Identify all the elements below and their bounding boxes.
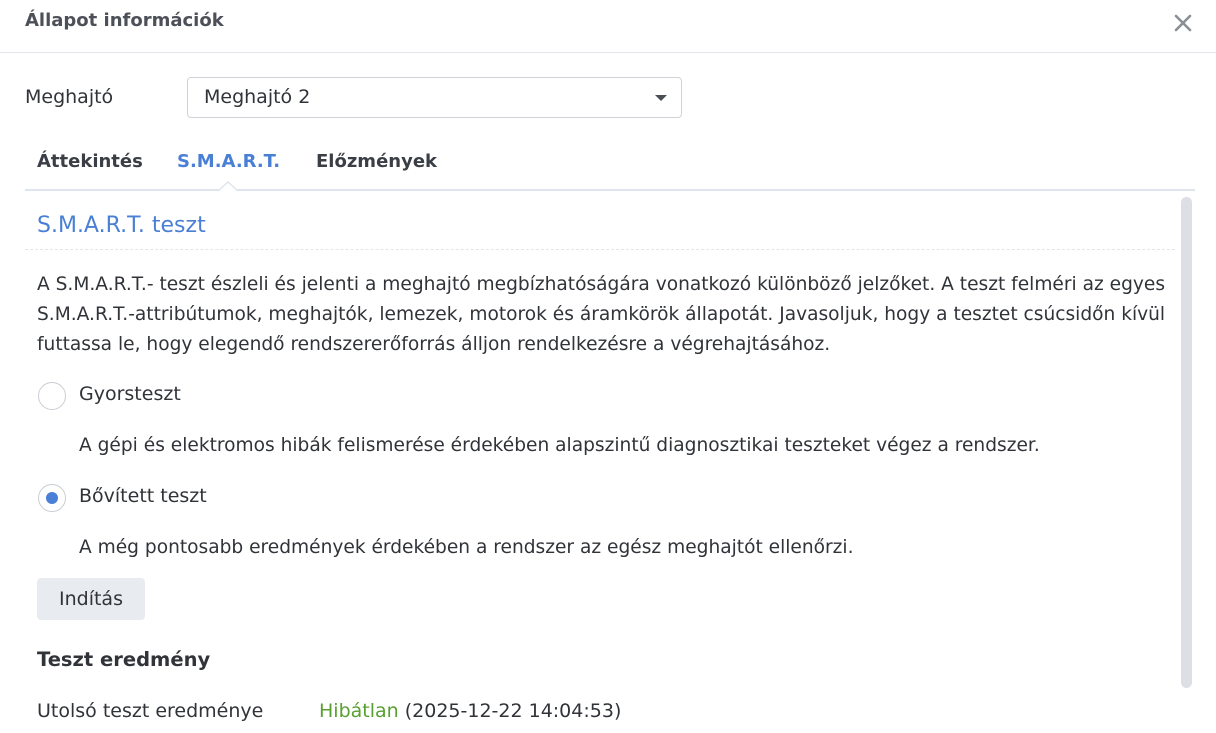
tab-overview[interactable]: Áttekintés (37, 151, 143, 172)
result-status: Hibátlan (319, 700, 399, 722)
test-results-heading: Teszt eredmény (37, 648, 211, 671)
last-test-result-label: Utolsó teszt eredménye (37, 700, 264, 722)
radio-button-quick[interactable] (38, 382, 66, 410)
radio-button-extended[interactable] (38, 484, 66, 512)
smart-description: A S.M.A.R.T.- teszt észleli és jelenti a… (37, 274, 1166, 355)
start-button[interactable]: Indítás (37, 578, 145, 620)
drive-select-value: Meghajtó 2 (204, 86, 311, 108)
chevron-down-icon (655, 95, 667, 101)
quick-test-description: A gépi és elektromos hibák felismerése é… (79, 435, 1040, 456)
dialog-titlebar: Állapot információk (0, 0, 1216, 53)
extended-test-description: A még pontosabb eredmények érdekében a r… (79, 537, 854, 558)
last-test-result-value: Hibátlan (2025-12-22 14:04:53) (319, 700, 621, 722)
close-icon (1174, 14, 1192, 32)
tab-history[interactable]: Előzmények (316, 151, 437, 172)
close-button[interactable] (1170, 10, 1196, 36)
section-title: S.M.A.R.T. teszt (37, 213, 206, 238)
result-timestamp: (2025-12-22 14:04:53) (404, 700, 622, 722)
active-tab-indicator (218, 180, 238, 192)
drive-label: Meghajtó (25, 86, 114, 108)
scrollbar[interactable] (1181, 197, 1192, 688)
tab-bar: Áttekintés S.M.A.R.T. Előzmények (25, 140, 1195, 192)
tab-smart[interactable]: S.M.A.R.T. (177, 151, 280, 172)
dialog-title: Állapot információk (25, 10, 224, 31)
status-info-dialog: Állapot információk Meghajtó Meghajtó 2 … (0, 0, 1216, 733)
section-divider (25, 249, 1175, 250)
radio-label-extended: Bővített teszt (79, 485, 207, 507)
drive-select[interactable]: Meghajtó 2 (187, 77, 682, 118)
smart-panel: S.M.A.R.T. teszt A S.M.A.R.T.- teszt ész… (25, 193, 1175, 733)
radio-label-quick: Gyorsteszt (79, 383, 181, 405)
